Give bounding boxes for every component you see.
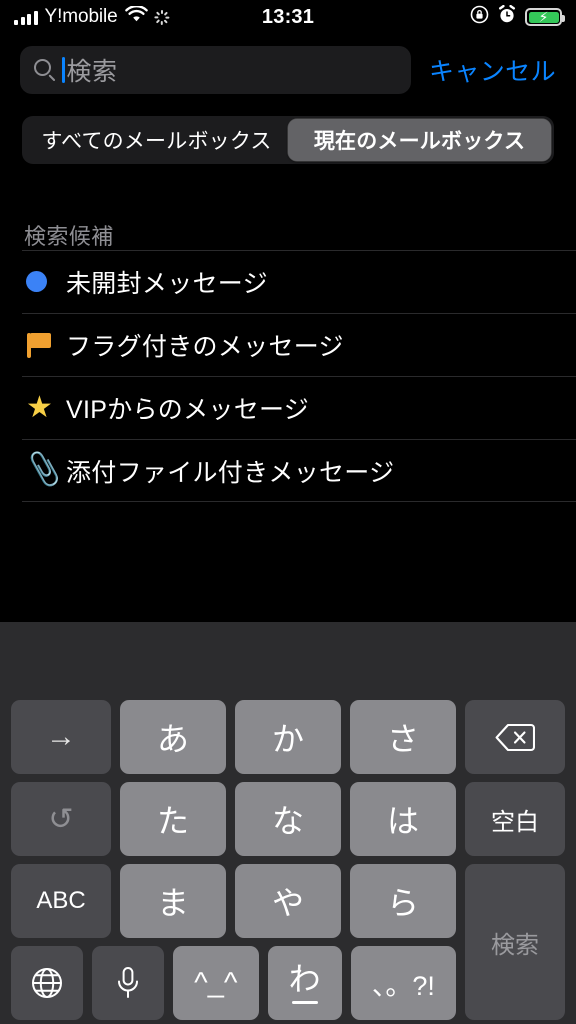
kana-ma-key[interactable]: ま [120, 864, 226, 938]
emoticon-key[interactable]: ^_^ [173, 946, 259, 1020]
kana-keyboard: → あ か さ ↺ た な は 空白 ABC ま や ら ^_^ わ 、。?! … [0, 622, 576, 1024]
kana-ya-key[interactable]: や [235, 864, 341, 938]
list-item-label: VIPからのメッセージ [66, 395, 310, 424]
punctuation-key[interactable]: 、。?! [350, 946, 457, 1020]
list-item[interactable]: 未開封メッセージ [0, 250, 576, 313]
globe-icon [30, 966, 64, 1000]
arrow-right-icon: → [46, 720, 76, 753]
flag-icon [26, 332, 66, 358]
kana-a-key[interactable]: あ [120, 700, 226, 774]
undo-icon: ↺ [48, 802, 74, 836]
battery-charging-icon: ⚡ [525, 8, 565, 26]
paperclip-icon: 📎 [23, 450, 66, 490]
suggestions-header: 検索候補 [24, 224, 114, 249]
dictation-key[interactable] [92, 946, 164, 1020]
space-key[interactable]: 空白 [465, 782, 565, 856]
search-input[interactable]: 検索 [20, 46, 411, 94]
keyboard-row-2: ↺ た な は 空白 [0, 782, 576, 856]
kana-ha-key[interactable]: は [350, 782, 456, 856]
list-item[interactable]: 📎 添付ファイル付きメッセージ [0, 439, 576, 502]
text-cursor [62, 57, 65, 83]
status-bar-right: ⚡ [470, 0, 565, 34]
underscore-mark [291, 1000, 318, 1004]
list-item[interactable]: フラグ付きのメッセージ [0, 313, 576, 376]
kana-wa-label: わ [288, 960, 321, 997]
star-icon: ★ [26, 390, 53, 424]
clock-label: 13:31 [261, 5, 315, 28]
search-bar: 検索 キャンセル [0, 44, 576, 96]
list-item-label: 未開封メッセージ [66, 269, 268, 298]
next-candidate-key[interactable]: → [11, 700, 111, 774]
rotation-lock-icon [470, 5, 489, 29]
search-icon [34, 59, 56, 82]
list-item-label: フラグ付きのメッセージ [66, 332, 344, 361]
status-bar: Y!mobile 13:31 ⚡ [0, 0, 576, 34]
suggestions-list: 未開封メッセージ フラグ付きのメッセージ ★ VIPからのメッセージ 📎 添付フ… [0, 250, 576, 502]
scope-segmented-control: すべてのメールボックス 現在のメールボックス [22, 116, 554, 164]
search-enter-key[interactable]: 検索 [465, 864, 565, 1020]
keyboard-row-1: → あ か さ [0, 700, 576, 774]
alarm-clock-icon [498, 4, 516, 29]
backspace-key[interactable] [465, 700, 565, 774]
kana-ra-key[interactable]: ら [350, 864, 456, 938]
microphone-icon [115, 966, 141, 1000]
search-input-placeholder: 検索 [66, 58, 118, 86]
globe-key[interactable] [11, 946, 83, 1020]
cancel-button[interactable]: キャンセル [429, 52, 556, 88]
kana-sa-key[interactable]: さ [350, 700, 456, 774]
list-item-label: 添付ファイル付きメッセージ [66, 458, 395, 487]
mail-search-screen: Y!mobile 13:31 ⚡ 検索 キャンセル すべてのメールボックス 現在… [0, 0, 576, 1024]
abc-key[interactable]: ABC [11, 864, 111, 938]
undo-key[interactable]: ↺ [11, 782, 111, 856]
scope-segment-current-mailbox[interactable]: 現在のメールボックス [288, 119, 551, 161]
kana-ka-key[interactable]: か [235, 700, 341, 774]
kana-na-key[interactable]: な [235, 782, 341, 856]
kana-wa-key[interactable]: わ [267, 946, 342, 1020]
kana-ta-key[interactable]: た [120, 782, 226, 856]
scope-segment-all-mailboxes[interactable]: すべてのメールボックス [25, 119, 288, 161]
unread-dot-icon [26, 271, 66, 292]
backspace-icon [495, 723, 535, 752]
list-item[interactable]: ★ VIPからのメッセージ [0, 376, 576, 439]
